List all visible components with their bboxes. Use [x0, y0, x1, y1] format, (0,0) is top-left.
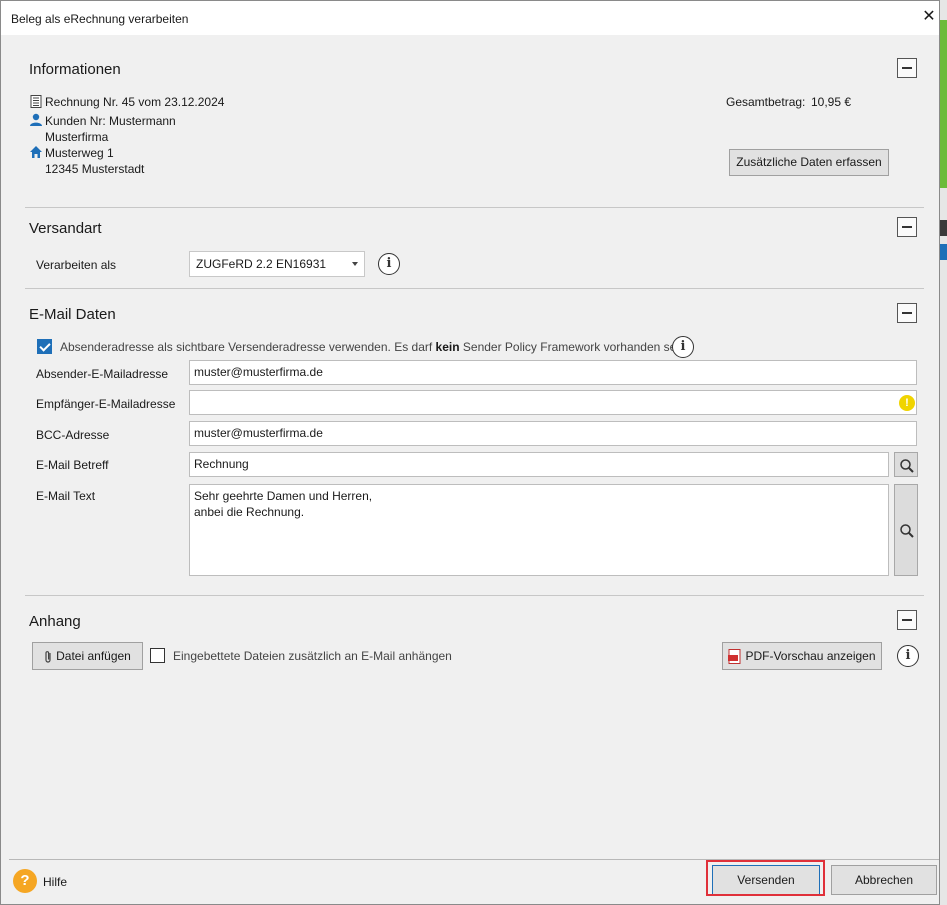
- recipient-email-field[interactable]: [189, 390, 917, 415]
- anhang-title: Anhang: [29, 613, 81, 630]
- body-textarea[interactable]: Sehr geehrte Damen und Herren, anbei die…: [189, 484, 889, 576]
- embedded-files-checkbox[interactable]: [150, 648, 165, 663]
- bcc-label: BCC-Adresse: [36, 428, 110, 442]
- warning-icon: !: [899, 395, 915, 411]
- sender-visible-text-b: Sender Policy Framework vorhanden sein.: [459, 340, 690, 354]
- paperclip-icon: [45, 650, 51, 663]
- recipient-label: Empfänger-E-Mailadresse: [36, 397, 176, 411]
- sender-visible-checkbox[interactable]: [37, 339, 52, 354]
- email-collapse-button[interactable]: [897, 303, 917, 323]
- customer-number: Kunden Nr: Mustermann: [45, 114, 176, 128]
- close-icon[interactable]: ✕: [919, 7, 939, 27]
- email-title: E-Mail Daten: [29, 306, 116, 323]
- versandart-info-icon[interactable]: i: [378, 253, 400, 275]
- sender-visible-text-a: Absenderadresse als sichtbare Versendera…: [60, 340, 436, 354]
- body-label: E-Mail Text: [36, 489, 96, 503]
- versandart-title: Versandart: [29, 220, 102, 237]
- search-icon: [900, 459, 914, 473]
- subject-label: E-Mail Betreff: [36, 458, 109, 472]
- company-name: Musterfirma: [45, 130, 109, 144]
- attach-file-button[interactable]: Datei anfügen: [32, 642, 143, 670]
- search-icon: [900, 524, 914, 538]
- total-label: Gesamtbetrag:: [726, 95, 806, 109]
- invoice-number: Rechnung Nr. 45 vom 23.12.2024: [45, 95, 225, 109]
- informationen-title: Informationen: [29, 61, 121, 78]
- additional-data-button[interactable]: Zusätzliche Daten erfassen: [729, 149, 889, 176]
- title-bar: Beleg als eRechnung verarbeiten ✕: [1, 1, 939, 35]
- help-label[interactable]: Hilfe: [43, 875, 67, 889]
- pdf-preview-button[interactable]: PDF-Vorschau anzeigen: [722, 642, 882, 670]
- cancel-button[interactable]: Abbrechen: [831, 865, 937, 895]
- city: 12345 Musterstadt: [45, 162, 145, 176]
- help-icon[interactable]: ?: [13, 869, 37, 893]
- attach-file-button-label: Datei anfügen: [56, 649, 131, 663]
- versandart-collapse-button[interactable]: [897, 217, 917, 237]
- document-icon: [30, 95, 42, 108]
- sender-visible-text-bold: kein: [435, 340, 460, 354]
- anhang-collapse-button[interactable]: [897, 610, 917, 630]
- pdf-icon: [728, 649, 741, 665]
- process-select[interactable]: ZUGFeRD 2.2 EN16931: [189, 251, 365, 277]
- user-icon: [30, 113, 42, 126]
- anhang-info-icon[interactable]: i: [897, 645, 919, 667]
- background-blue-bar: [940, 244, 947, 260]
- background-dark-bar: [940, 220, 947, 236]
- separator: [25, 288, 924, 289]
- embedded-files-label: Eingebettete Dateien zusätzlich an E-Mai…: [173, 649, 452, 663]
- email-info-icon[interactable]: i: [672, 336, 694, 358]
- sender-visible-text: Absenderadresse als sichtbare Versendera…: [60, 340, 689, 354]
- separator: [25, 207, 924, 208]
- window-title: Beleg als eRechnung verarbeiten: [11, 12, 189, 26]
- cancel-button-label: Abbrechen: [854, 873, 914, 887]
- sender-email-field[interactable]: muster@musterfirma.de: [189, 360, 917, 385]
- separator: [25, 595, 924, 596]
- subject-search-button[interactable]: [894, 452, 918, 477]
- bcc-email-field[interactable]: muster@musterfirma.de: [189, 421, 917, 446]
- informationen-collapse-button[interactable]: [897, 58, 917, 78]
- sender-label: Absender-E-Mailadresse: [36, 367, 169, 381]
- background-green-bar: [940, 20, 947, 188]
- street: Musterweg 1: [45, 146, 114, 160]
- subject-field[interactable]: Rechnung: [189, 452, 889, 477]
- additional-data-button-label: Zusätzliche Daten erfassen: [736, 155, 882, 169]
- pdf-preview-button-label: PDF-Vorschau anzeigen: [745, 649, 876, 663]
- total-value: 10,95 €: [811, 95, 852, 109]
- body-search-button[interactable]: [894, 484, 918, 576]
- send-button-highlight: [706, 860, 825, 896]
- home-icon: [30, 146, 42, 158]
- chevron-down-icon: [352, 262, 358, 266]
- process-label: Verarbeiten als: [36, 258, 117, 272]
- erechnung-dialog: Beleg als eRechnung verarbeiten ✕ Inform…: [0, 0, 940, 905]
- process-select-value: ZUGFeRD 2.2 EN16931: [196, 257, 327, 271]
